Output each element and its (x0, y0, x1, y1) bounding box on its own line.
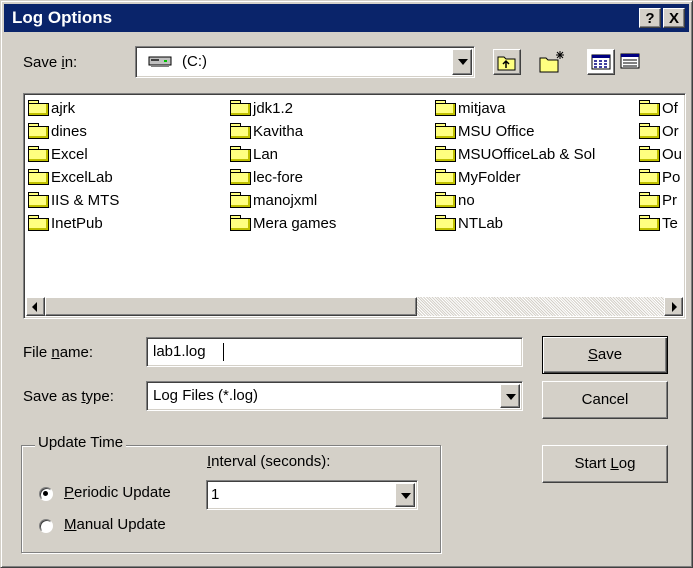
folder-item[interactable]: IIS & MTS (28, 192, 119, 215)
folder-icon (230, 100, 251, 116)
folder-icon (28, 169, 49, 185)
save-as-type-label: Save as type: (23, 388, 114, 405)
periodic-update-label[interactable]: Periodic Update (64, 484, 171, 501)
folder-icon (230, 169, 251, 185)
periodic-update-radio[interactable] (39, 487, 53, 501)
folder-icon (435, 169, 456, 185)
save-as-type-dropdown-arrow[interactable] (500, 384, 520, 408)
interval-value: 1 (211, 486, 220, 503)
folder-icon (28, 192, 49, 208)
folder-item[interactable]: mitjava (435, 100, 595, 123)
dialog-title: Log Options (12, 8, 113, 27)
folder-item[interactable]: Pr (639, 192, 682, 215)
manual-update-label[interactable]: Manual Update (64, 516, 166, 533)
folder-item[interactable]: InetPub (28, 215, 119, 238)
file-name-value: lab1.log (153, 343, 206, 360)
log-options-dialog: Log Options ? X Save in: (C:) ajrk dines… (0, 0, 693, 568)
folder-item[interactable]: Po (639, 169, 682, 192)
horizontal-scrollbar[interactable] (26, 297, 683, 316)
folder-item[interactable]: Lan (230, 146, 336, 169)
folder-item[interactable]: jdk1.2 (230, 100, 336, 123)
folder-item[interactable]: Of (639, 100, 682, 123)
help-button[interactable]: ? (639, 8, 661, 28)
folder-item[interactable]: manojxml (230, 192, 336, 215)
title-bar[interactable]: Log Options ? X (4, 4, 689, 32)
folder-icon (435, 123, 456, 139)
folder-item[interactable]: MSUOfficeLab & Sol (435, 146, 595, 169)
save-in-dropdown[interactable]: (C:) (135, 46, 475, 78)
folder-item[interactable]: dines (28, 123, 119, 146)
file-column-3: mitjava MSU Office MSUOfficeLab & Sol My… (435, 100, 595, 238)
scroll-left-arrow-icon[interactable] (26, 297, 45, 316)
folder-item[interactable]: ajrk (28, 100, 119, 123)
folder-item[interactable]: Excel (28, 146, 119, 169)
folder-item[interactable]: MyFolder (435, 169, 595, 192)
folder-item[interactable]: NTLab (435, 215, 595, 238)
folder-icon (639, 123, 660, 139)
folder-icon (230, 123, 251, 139)
folder-icon (28, 123, 49, 139)
folder-item[interactable]: Ou (639, 146, 682, 169)
folder-icon (639, 146, 660, 162)
folder-icon (435, 100, 456, 116)
folder-icon (435, 146, 456, 162)
folder-icon (435, 192, 456, 208)
interval-label: Interval (seconds): (207, 453, 331, 470)
file-name-label: File name: (23, 344, 94, 361)
folder-icon (28, 215, 49, 231)
folder-item[interactable]: Te (639, 215, 682, 238)
start-log-button[interactable]: Start Log (542, 445, 668, 483)
folder-icon (230, 215, 251, 231)
file-list[interactable]: ajrk dines Excel ExcelLab IIS & MTS Inet… (23, 93, 686, 319)
text-cursor (223, 343, 224, 361)
folder-item[interactable]: Mera games (230, 215, 336, 238)
update-time-legend: Update Time (35, 434, 127, 451)
interval-dropdown-arrow[interactable] (395, 483, 415, 507)
save-button[interactable]: Save (542, 336, 668, 374)
manual-update-radio[interactable] (39, 519, 53, 533)
folder-icon (230, 192, 251, 208)
create-new-folder-icon[interactable] (537, 49, 565, 75)
folder-icon (639, 100, 660, 116)
scrollbar-thumb[interactable] (45, 297, 417, 316)
save-in-dropdown-arrow[interactable] (452, 49, 472, 75)
folder-icon (28, 100, 49, 116)
file-column-1: ajrk dines Excel ExcelLab IIS & MTS Inet… (28, 100, 119, 238)
interval-dropdown[interactable]: 1 (206, 480, 418, 510)
save-in-value: (C:) (182, 53, 207, 70)
list-view-icon[interactable] (587, 49, 615, 75)
folder-icon (28, 146, 49, 162)
folder-item[interactable]: Or (639, 123, 682, 146)
drive-icon (148, 56, 172, 67)
file-name-input[interactable]: lab1.log (146, 337, 523, 367)
close-button[interactable]: X (663, 8, 685, 28)
folder-icon (639, 192, 660, 208)
folder-item[interactable]: Kavitha (230, 123, 336, 146)
folder-item[interactable]: no (435, 192, 595, 215)
folder-item[interactable]: ExcelLab (28, 169, 119, 192)
folder-item[interactable]: lec-fore (230, 169, 336, 192)
folder-icon (435, 215, 456, 231)
folder-icon (639, 169, 660, 185)
save-as-type-value: Log Files (*.log) (153, 387, 259, 404)
folder-item[interactable]: MSU Office (435, 123, 595, 146)
details-view-icon[interactable] (617, 49, 645, 75)
save-in-label: Save in: (23, 54, 78, 71)
folder-icon (639, 215, 660, 231)
file-column-4: Of Or Ou Po Pr Te (639, 100, 682, 238)
cancel-button[interactable]: Cancel (542, 381, 668, 419)
scroll-right-arrow-icon[interactable] (664, 297, 683, 316)
save-as-type-dropdown[interactable]: Log Files (*.log) (146, 381, 523, 411)
up-one-level-icon[interactable] (493, 49, 521, 75)
file-column-2: jdk1.2 Kavitha Lan lec-fore manojxml Mer… (230, 100, 336, 238)
folder-icon (230, 146, 251, 162)
